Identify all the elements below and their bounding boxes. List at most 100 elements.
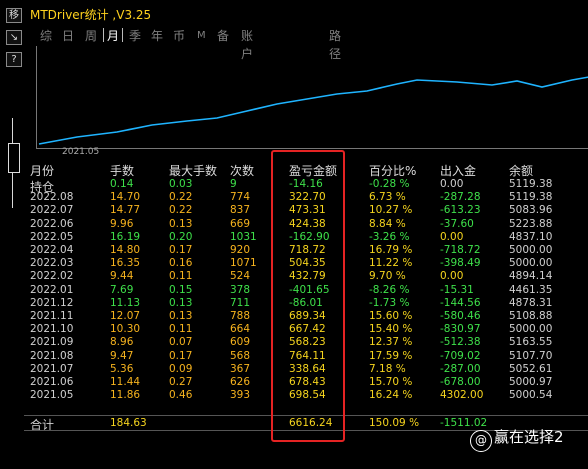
cell-deposit-withdraw: -287.28	[440, 191, 481, 204]
tab-path[interactable]: 路径	[329, 27, 341, 61]
cell-month: 2022.08	[30, 191, 74, 204]
header-max-lots: 最大手数	[169, 164, 218, 178]
cell-month: 2022.01	[30, 283, 74, 296]
cell-lots: 12.07	[110, 310, 141, 322]
cell-deposit-withdraw: -678.00	[440, 376, 481, 388]
cell-max-lots: 0.16	[169, 257, 193, 270]
cell-trades: 524	[230, 270, 251, 283]
cell-lots: 5.36	[110, 362, 134, 375]
tab-currency[interactable]: 币	[173, 27, 185, 45]
tab-magic[interactable]: M	[197, 27, 206, 45]
cell-lots: 14.70	[110, 191, 141, 204]
cell-balance: 5000.97	[509, 376, 553, 388]
cell-deposit-withdraw: 0.00	[440, 178, 464, 190]
cell-deposit-withdraw: -613.23	[440, 204, 481, 217]
cell-percent: 15.60 %	[369, 310, 413, 322]
cell-percent: 17.59 %	[369, 349, 413, 362]
cell-max-lots: 0.13	[169, 310, 193, 322]
balance-chart	[36, 46, 588, 149]
cell-lots: 14.77	[110, 204, 141, 217]
cell-month: 2022.04	[30, 244, 74, 256]
cell-lots: 9.96	[110, 217, 134, 230]
cell-lots: 11.86	[110, 389, 141, 402]
cell-balance: 5119.38	[509, 178, 553, 190]
cell-lots: 16.35	[110, 257, 141, 270]
help-button[interactable]: ?	[6, 52, 22, 67]
watermark-badge: @	[470, 430, 492, 452]
cell-percent: 16.79 %	[369, 244, 413, 256]
cell-month: 2022.07	[30, 204, 74, 217]
cell-percent: 15.40 %	[369, 323, 413, 336]
arrow-tool-button[interactable]: ↘	[6, 30, 22, 45]
cell-max-lots: 0.07	[169, 336, 193, 349]
move-button[interactable]: 移	[6, 8, 22, 23]
cell-max-lots: 0.20	[169, 230, 193, 243]
cell-deposit-withdraw: -718.72	[440, 244, 481, 256]
cell-month: 2021.10	[30, 323, 74, 336]
cell-trades: 9	[230, 178, 237, 190]
cell-lots: 9.44	[110, 270, 134, 283]
cell-balance: 5163.55	[509, 336, 553, 349]
cell-month: 2022.05	[30, 230, 74, 243]
cell-max-lots: 0.17	[169, 349, 193, 362]
cell-trades: 626	[230, 376, 251, 388]
cell-max-lots: 0.22	[169, 204, 193, 217]
tab-day[interactable]: 日	[62, 27, 74, 45]
cell-max-lots: 0.27	[169, 376, 193, 388]
cell-percent: 10.27 %	[369, 204, 413, 217]
cell-balance: 5000.00	[509, 323, 553, 336]
cell-trades: 1031	[230, 230, 257, 243]
cell-trades: 711	[230, 296, 251, 309]
cell-max-lots: 0.22	[169, 191, 193, 204]
cell-max-lots: 0.13	[169, 217, 193, 230]
cell-percent: 8.84 %	[369, 217, 406, 230]
cell-lots: 16.19	[110, 230, 141, 243]
cell-balance: 4878.31	[509, 296, 553, 309]
cell-deposit-withdraw: -37.60	[440, 217, 474, 230]
tab-month[interactable]: 月	[102, 27, 124, 45]
cell-percent: -0.28 %	[369, 178, 410, 190]
cell-max-lots: 0.03	[169, 178, 193, 190]
cell-trades: 774	[230, 191, 251, 204]
tab-summary[interactable]: 综	[40, 27, 52, 45]
cell-lots: 11.44	[110, 376, 141, 388]
header-deposit-withdraw: 出入金	[440, 164, 477, 178]
cell-deposit-withdraw: -830.97	[440, 323, 481, 336]
header-lots: 手数	[110, 164, 135, 178]
total-lots: 184.63	[110, 417, 147, 429]
cell-deposit-withdraw: -144.56	[440, 296, 481, 309]
cell-deposit-withdraw: 0.00	[440, 230, 464, 243]
cell-trades: 609	[230, 336, 251, 349]
cell-lots: 10.30	[110, 323, 141, 336]
profit-column-highlight	[271, 150, 345, 442]
cell-balance: 4837.10	[509, 230, 553, 243]
header-month: 月份	[30, 164, 55, 178]
cell-month: 2021.07	[30, 362, 74, 375]
cell-balance: 5000.54	[509, 389, 553, 402]
cell-deposit-withdraw: -709.02	[440, 349, 481, 362]
tab-year[interactable]: 年	[151, 27, 163, 45]
cell-trades: 568	[230, 349, 251, 362]
watermark-text: 赢在选择2	[494, 428, 564, 446]
tab-note[interactable]: 备	[217, 27, 229, 45]
cell-percent: 16.24 %	[369, 389, 413, 402]
cell-deposit-withdraw: -512.38	[440, 336, 481, 349]
cell-balance: 4894.14	[509, 270, 553, 283]
cell-balance: 5000.00	[509, 244, 553, 256]
cell-lots: 0.14	[110, 178, 134, 190]
cell-percent: 6.73 %	[369, 191, 406, 204]
cell-percent: 12.37 %	[369, 336, 413, 349]
tab-account[interactable]: 账户	[241, 27, 253, 61]
tab-quarter[interactable]: 季	[129, 27, 141, 45]
cell-percent: 9.70 %	[369, 270, 406, 283]
cell-month: 2022.02	[30, 270, 74, 283]
cell-max-lots: 0.09	[169, 362, 193, 375]
cell-trades: 1071	[230, 257, 257, 270]
cell-balance: 5119.38	[509, 191, 553, 204]
cell-lots: 8.96	[110, 336, 134, 349]
cell-lots: 7.69	[110, 283, 134, 296]
tab-week[interactable]: 周	[85, 27, 97, 45]
cell-trades: 788	[230, 310, 251, 322]
cell-max-lots: 0.46	[169, 389, 193, 402]
chart-x-label: 2021.05	[62, 147, 100, 157]
